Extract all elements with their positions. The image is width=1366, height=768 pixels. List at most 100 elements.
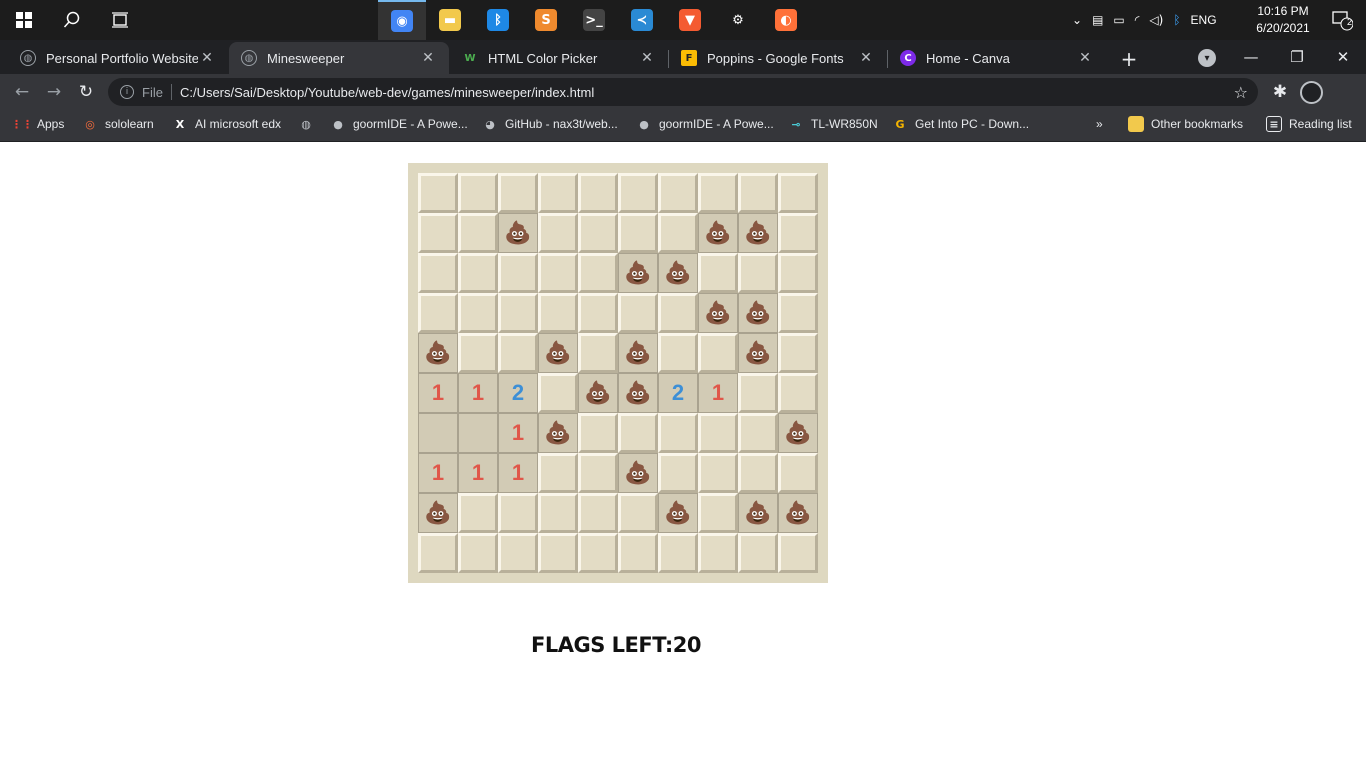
hidden-cell[interactable] [698,413,738,453]
hidden-cell[interactable] [778,253,818,293]
bookmark-star-icon[interactable]: ☆ [1234,83,1248,102]
hidden-cell[interactable] [418,293,458,333]
battery-icon[interactable]: ▭ [1113,13,1124,27]
mine-cell[interactable]: 💩 [658,493,698,533]
close-tab-icon[interactable]: ✕ [198,50,216,66]
taskbar-app-bluetooth[interactable]: ᛒ [474,0,522,40]
taskbar-app-brave[interactable]: ▼ [666,0,714,40]
hidden-cell[interactable] [778,533,818,573]
hidden-cell[interactable] [458,533,498,573]
hidden-cell[interactable] [578,213,618,253]
tab-google-fonts[interactable]: F Poppins - Google Fonts ✕ [669,42,887,74]
hidden-cell[interactable] [738,173,778,213]
hidden-cell[interactable] [578,493,618,533]
number-cell[interactable]: 1 [498,413,538,453]
mine-cell[interactable]: 💩 [418,333,458,373]
hidden-cell[interactable] [778,213,818,253]
hidden-cell[interactable] [458,293,498,333]
tab-search-button[interactable]: ▾ [1198,49,1216,67]
hidden-cell[interactable] [538,293,578,333]
hidden-cell[interactable] [778,453,818,493]
hidden-cell[interactable] [698,333,738,373]
mine-cell[interactable]: 💩 [618,253,658,293]
bookmark-item[interactable]: ⋮⋮ Apps [11,110,64,138]
language-indicator[interactable]: ENG [1191,13,1217,27]
hidden-cell[interactable] [458,173,498,213]
more-bookmarks-button[interactable]: » [1096,110,1103,138]
hidden-cell[interactable] [458,253,498,293]
bookmark-item[interactable]: ● goormIDE - A Powe... [330,110,468,138]
hidden-cell[interactable] [578,333,618,373]
hidden-cell[interactable] [538,453,578,493]
hidden-cell[interactable] [578,453,618,493]
hidden-cell[interactable] [738,453,778,493]
taskbar-app-firefox[interactable]: ◐ [762,0,810,40]
hidden-cell[interactable] [738,253,778,293]
info-icon[interactable]: i [120,85,134,99]
close-tab-icon[interactable]: ✕ [857,50,875,66]
network-icon[interactable]: ▤ [1092,13,1103,27]
tab-html-color-picker[interactable]: W HTML Color Picker ✕ [450,42,668,74]
hidden-cell[interactable] [698,253,738,293]
hidden-cell[interactable] [498,493,538,533]
hidden-cell[interactable] [738,533,778,573]
mine-cell[interactable]: 💩 [618,333,658,373]
close-tab-icon[interactable]: ✕ [419,50,437,66]
number-cell[interactable]: 1 [418,453,458,493]
taskbar-app-file-explorer[interactable]: ▬ [426,0,474,40]
hidden-cell[interactable] [698,453,738,493]
hidden-cell[interactable] [698,493,738,533]
mine-cell[interactable]: 💩 [658,253,698,293]
hidden-cell[interactable] [418,253,458,293]
hidden-cell[interactable] [778,333,818,373]
hidden-cell[interactable] [498,333,538,373]
number-cell[interactable]: 2 [498,373,538,413]
number-cell[interactable]: 1 [458,373,498,413]
hidden-cell[interactable] [538,173,578,213]
new-tab-button[interactable]: + [1116,46,1142,72]
hidden-cell[interactable] [618,213,658,253]
mine-cell[interactable]: 💩 [698,293,738,333]
taskbar-app-terminal[interactable]: >_ [570,0,618,40]
hidden-cell[interactable] [498,533,538,573]
taskbar-app-settings[interactable]: ⚙ [714,0,762,40]
tab-canva[interactable]: C Home - Canva ✕ [888,42,1106,74]
empty-revealed-cell[interactable] [458,413,498,453]
hidden-cell[interactable] [578,533,618,573]
mine-cell[interactable]: 💩 [498,213,538,253]
restore-button[interactable]: ❐ [1274,40,1320,74]
hidden-cell[interactable] [778,293,818,333]
bookmark-item[interactable]: ◍ [298,110,321,138]
mine-cell[interactable]: 💩 [618,453,658,493]
mine-cell[interactable]: 💩 [578,373,618,413]
action-center-button[interactable]: 2 [1318,0,1366,40]
reload-button[interactable]: ↻ [72,78,100,106]
hidden-cell[interactable] [618,493,658,533]
number-cell[interactable]: 1 [418,373,458,413]
volume-icon[interactable]: ◁) [1149,13,1163,27]
hidden-cell[interactable] [578,413,618,453]
bookmark-item[interactable]: ● goormIDE - A Powe... [636,110,774,138]
hidden-cell[interactable] [658,213,698,253]
number-cell[interactable]: 2 [658,373,698,413]
hidden-cell[interactable] [738,413,778,453]
mine-cell[interactable]: 💩 [538,333,578,373]
hidden-cell[interactable] [458,213,498,253]
hidden-cell[interactable] [698,173,738,213]
hidden-cell[interactable] [538,533,578,573]
mine-cell[interactable]: 💩 [738,293,778,333]
hidden-cell[interactable] [418,173,458,213]
hidden-cell[interactable] [658,173,698,213]
bookmark-item[interactable]: ◕ GitHub - nax3t/web... [482,110,618,138]
close-tab-icon[interactable]: ✕ [638,50,656,66]
chevron-up-icon[interactable]: ⌄ [1072,13,1082,27]
bookmark-item[interactable]: ⊸ TL-WR850N [788,110,877,138]
hidden-cell[interactable] [658,293,698,333]
mine-cell[interactable]: 💩 [698,213,738,253]
hidden-cell[interactable] [538,253,578,293]
mine-cell[interactable]: 💩 [538,413,578,453]
hidden-cell[interactable] [498,173,538,213]
hidden-cell[interactable] [738,373,778,413]
hidden-cell[interactable] [778,173,818,213]
hidden-cell[interactable] [658,413,698,453]
